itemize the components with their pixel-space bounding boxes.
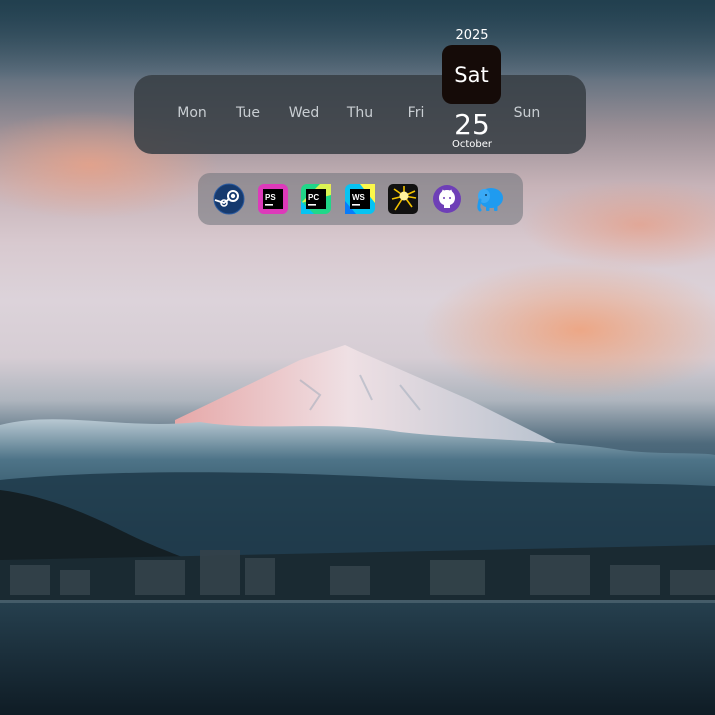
elephant-app-icon[interactable] (474, 183, 506, 215)
phpstorm-glyph: PS (265, 193, 276, 202)
weekday-mon[interactable]: Mon (162, 105, 222, 121)
webstorm-glyph: WS (352, 193, 366, 202)
github-icon[interactable] (431, 183, 463, 215)
current-year: 2025 (455, 28, 489, 43)
weekday-thu[interactable]: Thu (330, 105, 390, 121)
weekday-tue[interactable]: Tue (218, 105, 278, 121)
today-month-label: October (451, 139, 493, 150)
sun-burst-app-icon[interactable] (387, 183, 419, 215)
lake (0, 600, 715, 715)
today-weekday-card[interactable]: Sat (442, 45, 501, 104)
pycharm-glyph: PC (308, 193, 319, 202)
phpstorm-icon[interactable]: PS (257, 183, 289, 215)
weekday-sun[interactable]: Sun (497, 105, 557, 121)
today-day-number: 25 (454, 108, 490, 141)
weekday-fri[interactable]: Fri (386, 105, 446, 121)
weekday-wed[interactable]: Wed (274, 105, 334, 121)
pycharm-icon[interactable]: PC (300, 183, 332, 215)
webstorm-icon[interactable]: WS (344, 183, 376, 215)
steam-icon[interactable] (213, 183, 245, 215)
today-weekday-label: Sat (454, 62, 489, 87)
